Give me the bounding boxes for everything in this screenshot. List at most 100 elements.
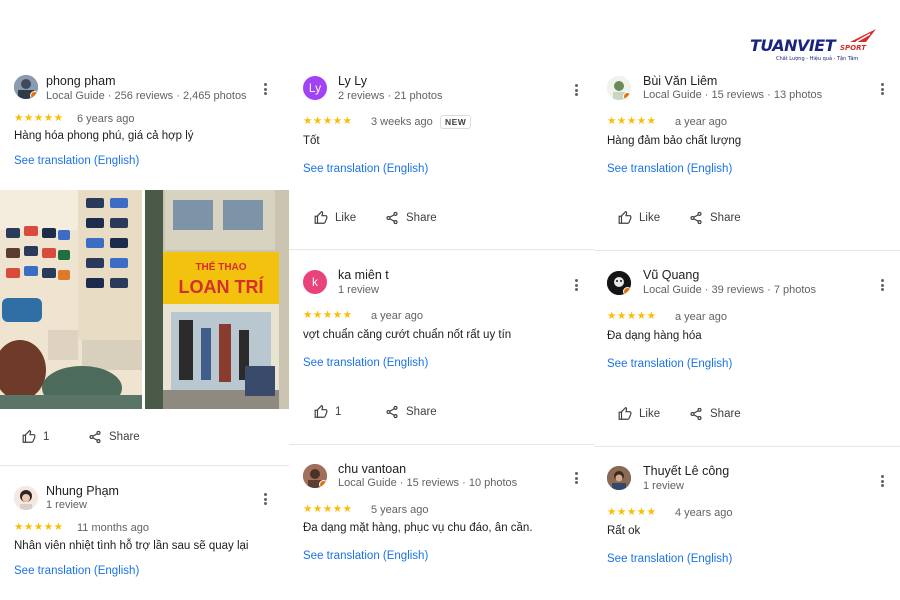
like-button[interactable]: Like [618, 407, 660, 421]
avatar-letter: k [312, 275, 318, 289]
rating-stars: ★★★★★ [14, 521, 64, 533]
reviewer-name[interactable]: phong pham [46, 74, 116, 88]
see-translation-link[interactable]: See translation (English) [14, 565, 139, 577]
reviewer-meta: 1 review [46, 499, 87, 511]
reviewer-meta: 2 reviews · 21 photos [338, 90, 443, 102]
avatar[interactable] [607, 76, 631, 100]
sign-line-1: THỂ THAO [195, 260, 246, 273]
like-count: 1 [43, 431, 50, 443]
storefront-image: THỂ THAO LOAN TRÍ [145, 190, 289, 409]
share-icon [690, 407, 702, 421]
review-text: Đa dạng hàng hóa [607, 330, 702, 342]
see-translation-link[interactable]: See translation (English) [607, 163, 732, 175]
more-options-icon[interactable] [876, 278, 888, 292]
like-label: Like [639, 408, 661, 420]
thumbs-up-icon [314, 405, 328, 418]
reviewer-name[interactable]: Bùi Văn Liêm [643, 74, 717, 88]
reviewer-meta: Local Guide · 39 reviews · 7 photos [643, 284, 817, 296]
review-date: a year ago [675, 311, 727, 323]
avatar[interactable]: Ly [303, 76, 327, 100]
reviewer-name[interactable]: Thuyết Lê công [643, 464, 729, 478]
see-translation-link[interactable]: See translation (English) [303, 550, 428, 562]
local-guide-badge-icon [623, 92, 631, 100]
avatar-photo-icon [14, 486, 38, 510]
review-text: Hàng đảm bảo chất lượng [607, 135, 742, 147]
share-icon [89, 430, 101, 444]
review-card: Vũ Quang Local Guide · 39 reviews · 7 ph… [594, 251, 900, 446]
reviewer-name[interactable]: Ly Ly [338, 74, 367, 88]
share-button[interactable]: Share [689, 211, 741, 225]
like-button[interactable]: Like [314, 211, 356, 225]
more-options-icon[interactable] [570, 83, 582, 97]
more-options-icon[interactable] [570, 278, 582, 292]
reviewer-meta: 1 review [338, 284, 379, 296]
share-button[interactable]: Share [385, 405, 437, 419]
reviewer-name[interactable]: Vũ Quang [643, 268, 699, 282]
like-button[interactable]: Like [618, 211, 660, 225]
avatar[interactable] [607, 466, 631, 490]
review-date: 3 weeks ago [371, 116, 433, 128]
review-card: Ly Ly Ly 2 reviews · 21 photos ★★★★★ 3 w… [289, 0, 594, 249]
review-photo-storefront[interactable]: THỂ THAO LOAN TRÍ [145, 190, 289, 409]
more-options-icon[interactable] [876, 474, 888, 488]
review-card: Thuyết Lê công 1 review ★★★★★ 4 years ag… [594, 447, 900, 600]
like-label: Like [639, 212, 661, 224]
reviewer-name[interactable]: ka miên t [338, 268, 389, 282]
avatar-photo-icon [607, 466, 631, 490]
thumbs-up-icon [618, 211, 632, 224]
local-guide-badge-icon [30, 91, 38, 99]
see-translation-link[interactable]: See translation (English) [303, 163, 428, 175]
review-photo-interior[interactable] [0, 190, 142, 409]
like-label: Like [335, 212, 357, 224]
review-date: 11 months ago [77, 522, 149, 534]
reviewer-meta: 1 review [643, 480, 684, 492]
avatar[interactable] [303, 464, 327, 488]
share-icon [690, 211, 702, 225]
like-button[interactable]: 1 [22, 430, 49, 444]
share-button[interactable]: Share [385, 211, 437, 225]
review-card: Bùi Văn Liêm Local Guide · 15 reviews · … [594, 0, 900, 250]
see-translation-link[interactable]: See translation (English) [14, 155, 139, 167]
share-label: Share [109, 431, 140, 443]
review-date: 4 years ago [675, 507, 733, 519]
more-options-icon[interactable] [570, 471, 582, 485]
more-options-icon[interactable] [259, 82, 271, 96]
like-button[interactable]: 1 [314, 405, 341, 419]
like-count: 1 [335, 406, 342, 418]
review-text: Nhân viên nhiệt tình hỗ trợ lần sau sẽ q… [14, 540, 249, 552]
thumbs-up-icon [314, 211, 328, 224]
avatar[interactable] [607, 271, 631, 295]
share-label: Share [710, 212, 741, 224]
review-date: a year ago [371, 310, 423, 322]
avatar[interactable]: k [303, 270, 327, 294]
more-options-icon[interactable] [259, 492, 271, 506]
more-options-icon[interactable] [876, 82, 888, 96]
see-translation-link[interactable]: See translation (English) [607, 358, 732, 370]
sign-line-2: LOAN TRÍ [179, 276, 265, 297]
see-translation-link[interactable]: See translation (English) [303, 357, 428, 369]
rating-stars: ★★★★★ [303, 503, 353, 515]
review-column-1: phong pham Local Guide · 256 reviews · 2… [0, 0, 289, 600]
see-translation-link[interactable]: See translation (English) [607, 553, 732, 565]
review-card: k ka miên t 1 review ★★★★★ a year ago vợ… [289, 250, 594, 444]
review-text: Rất ok [607, 525, 641, 537]
avatar[interactable] [14, 486, 38, 510]
store-interior-image [0, 190, 142, 409]
review-card: Nhung Phạm 1 review ★★★★★ 11 months ago … [0, 466, 289, 600]
thumbs-up-icon [22, 430, 36, 443]
review-column-2: Ly Ly Ly 2 reviews · 21 photos ★★★★★ 3 w… [289, 0, 594, 600]
share-button[interactable]: Share [689, 407, 741, 421]
rating-stars: ★★★★★ [14, 112, 64, 124]
avatar[interactable] [14, 75, 38, 99]
reviewer-meta: Local Guide · 15 reviews · 13 photos [643, 89, 823, 101]
share-icon [386, 405, 398, 419]
reviewer-name[interactable]: Nhung Phạm [46, 484, 119, 498]
review-card: chu vantoan Local Guide · 15 reviews · 1… [289, 445, 594, 600]
local-guide-badge-icon [319, 480, 327, 488]
share-label: Share [406, 212, 437, 224]
rating-stars: ★★★★★ [303, 309, 353, 321]
reviewer-name[interactable]: chu vantoan [338, 462, 406, 476]
share-button[interactable]: Share [88, 430, 140, 444]
rating-stars: ★★★★★ [303, 115, 353, 127]
local-guide-badge-icon [623, 287, 631, 295]
